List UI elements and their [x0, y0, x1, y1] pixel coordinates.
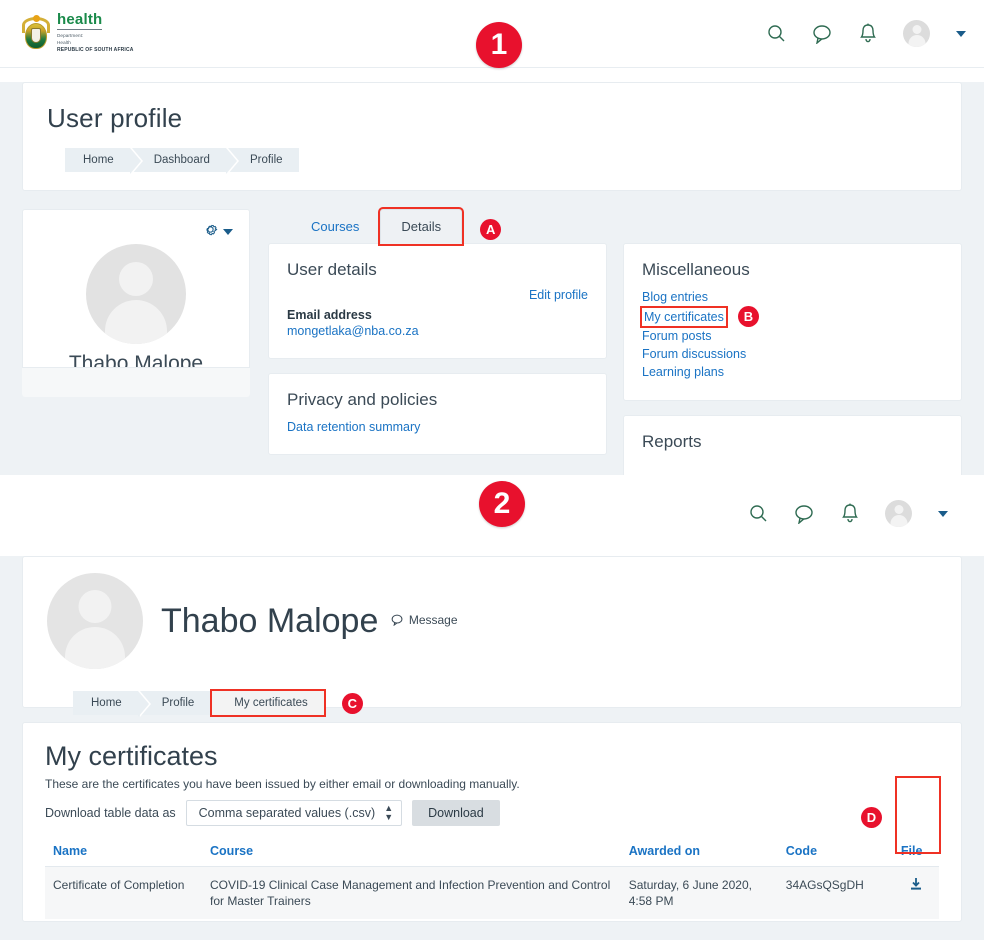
cell-code: 34AGsQSgDH [777, 866, 893, 920]
download-format-value: Comma separated values (.csv) [198, 806, 376, 820]
message-button[interactable]: Message [391, 613, 458, 627]
cell-name: Certificate of Completion [45, 866, 203, 920]
data-retention-summary-link[interactable]: Data retention summary [287, 418, 588, 436]
breadcrumb-2: Home Profile My certificates C [73, 689, 937, 717]
chevron-down-icon[interactable] [223, 229, 233, 235]
brand-sub-health: Health [57, 40, 71, 46]
certificates-heading: My certificates [45, 741, 218, 771]
download-icon[interactable] [909, 878, 923, 894]
profile-name-heading: Thabo Malope [161, 601, 379, 640]
my-certificates-section: My certificates These are the certificat… [22, 722, 962, 922]
brand-text: health Department: Health REPUBLIC OF SO… [57, 12, 133, 54]
col-header-name[interactable]: Name [45, 838, 203, 867]
link-learning-plans[interactable]: Learning plans [642, 363, 943, 381]
miscellaneous-heading: Miscellaneous [642, 260, 750, 279]
marker-badge-b: B [737, 306, 759, 328]
reports-heading: Reports [642, 431, 702, 451]
gear-icon[interactable] [203, 222, 218, 242]
message-bubble-icon [391, 614, 403, 626]
link-my-certificates[interactable]: My certificates [640, 305, 728, 328]
profile-body: Thabo Malope Courses Details A User deta… [22, 207, 962, 475]
marker-badge-2: 2 [479, 481, 525, 527]
profile-avatar [47, 573, 143, 669]
screenshot-panel-2: Thabo Malope Message Home Profile My cer… [0, 478, 984, 940]
select-arrows-icon: ▲ ▼ [384, 803, 394, 822]
message-bubble-icon[interactable] [794, 504, 815, 524]
profile-card-footer [22, 367, 250, 397]
breadcrumb-item-dashboard[interactable]: Dashboard [131, 148, 240, 174]
breadcrumb-item-home[interactable]: Home [73, 691, 151, 717]
download-format-select[interactable]: Comma separated values (.csv) ▲ ▼ [185, 800, 403, 826]
profile-content: Courses Details A User details Edit prof… [268, 207, 962, 475]
shot2-canvas: Thabo Malope Message Home Profile My cer… [0, 556, 984, 940]
profile-panel-left: User details Edit profile Email address … [268, 243, 607, 475]
email-value-link[interactable]: mongetlaka@nba.co.za [287, 322, 588, 340]
privacy-heading: Privacy and policies [287, 390, 438, 410]
download-format-label: Download table data as [45, 806, 176, 820]
page-title: User profile [47, 103, 183, 133]
col-header-awarded-on[interactable]: Awarded on [620, 838, 778, 867]
certificates-table: Name Course Awarded on Code File Certifi… [45, 838, 939, 920]
message-label: Message [408, 612, 458, 627]
brand-sub-dept: Department: [57, 33, 84, 39]
col-header-code[interactable]: Code [777, 838, 893, 867]
navbar-actions-2 [749, 500, 948, 527]
privacy-policies-panel: Privacy and policies Data retention summ… [268, 373, 607, 456]
link-forum-posts[interactable]: Forum posts [642, 327, 943, 345]
certificates-description: These are the certificates you have been… [45, 777, 520, 791]
cell-course: COVID-19 Clinical Case Management and In… [202, 866, 621, 920]
miscellaneous-panel: Miscellaneous Blog entries My certificat… [623, 243, 962, 401]
page-header-card: User profile Home Dashboard Profile [22, 82, 962, 191]
profile-avatar [86, 244, 186, 344]
search-icon[interactable] [767, 24, 786, 43]
marker-badge-1: 1 [476, 22, 522, 68]
breadcrumb: Home Dashboard Profile [65, 148, 937, 174]
marker-badge-d: D [861, 807, 882, 828]
profile-summary-card: Thabo Malope [22, 209, 250, 397]
col-header-file[interactable]: File [892, 838, 939, 867]
navbar-actions [767, 20, 966, 47]
user-avatar[interactable] [903, 20, 930, 47]
col-header-course[interactable]: Course [202, 838, 621, 867]
screenshot-root: health Department: Health REPUBLIC OF SO… [0, 0, 984, 940]
brand-name: health [57, 11, 103, 31]
table-row: Certificate of Completion COVID-19 Clini… [45, 866, 939, 920]
brand-sub-country: REPUBLIC OF SOUTH AFRICA [57, 47, 134, 54]
table-header-row: Name Course Awarded on Code File [45, 838, 939, 867]
message-bubble-icon[interactable] [812, 24, 833, 44]
cell-awarded-on: Saturday, 6 June 2020, 4:58 PM [620, 866, 778, 920]
chevron-down-icon[interactable] [956, 30, 966, 37]
link-blog-entries[interactable]: Blog entries [642, 288, 943, 306]
tab-details[interactable]: Details [378, 207, 465, 246]
chevron-down-icon[interactable] [938, 510, 948, 517]
email-label: Email address [287, 308, 372, 322]
breadcrumb-item-my-certificates[interactable]: My certificates [210, 689, 326, 717]
search-icon[interactable] [749, 504, 768, 523]
download-button[interactable]: Download [412, 800, 500, 826]
cell-file [892, 866, 939, 920]
bell-icon[interactable] [841, 503, 859, 524]
shot1-canvas: User profile Home Dashboard Profile Thab… [0, 82, 984, 475]
link-forum-discussions[interactable]: Forum discussions [642, 345, 943, 363]
marker-badge-a: A [480, 219, 502, 240]
breadcrumb-item-home[interactable]: Home [65, 148, 143, 174]
bell-icon[interactable] [859, 23, 877, 44]
reports-panel: Reports [623, 414, 962, 475]
profile-hero-card: Thabo Malope Message Home Profile My cer… [22, 556, 962, 717]
screenshot-panel-1: health Department: Health REPUBLIC OF SO… [0, 0, 984, 475]
profile-panels: User details Edit profile Email address … [268, 243, 962, 475]
user-avatar[interactable] [885, 500, 912, 527]
edit-profile-link[interactable]: Edit profile [287, 288, 588, 302]
download-controls: Download table data as Comma separated v… [45, 800, 939, 826]
site-logo[interactable]: health Department: Health REPUBLIC OF SO… [22, 12, 133, 54]
tab-courses[interactable]: Courses [290, 209, 380, 244]
profile-tabs: Courses Details A [290, 207, 962, 246]
coat-of-arms-icon [22, 14, 50, 53]
profile-panel-right: Miscellaneous Blog entries My certificat… [623, 243, 962, 475]
marker-badge-c: C [341, 692, 363, 714]
user-details-heading: User details [287, 260, 377, 279]
user-details-panel: User details Edit profile Email address … [268, 243, 607, 360]
